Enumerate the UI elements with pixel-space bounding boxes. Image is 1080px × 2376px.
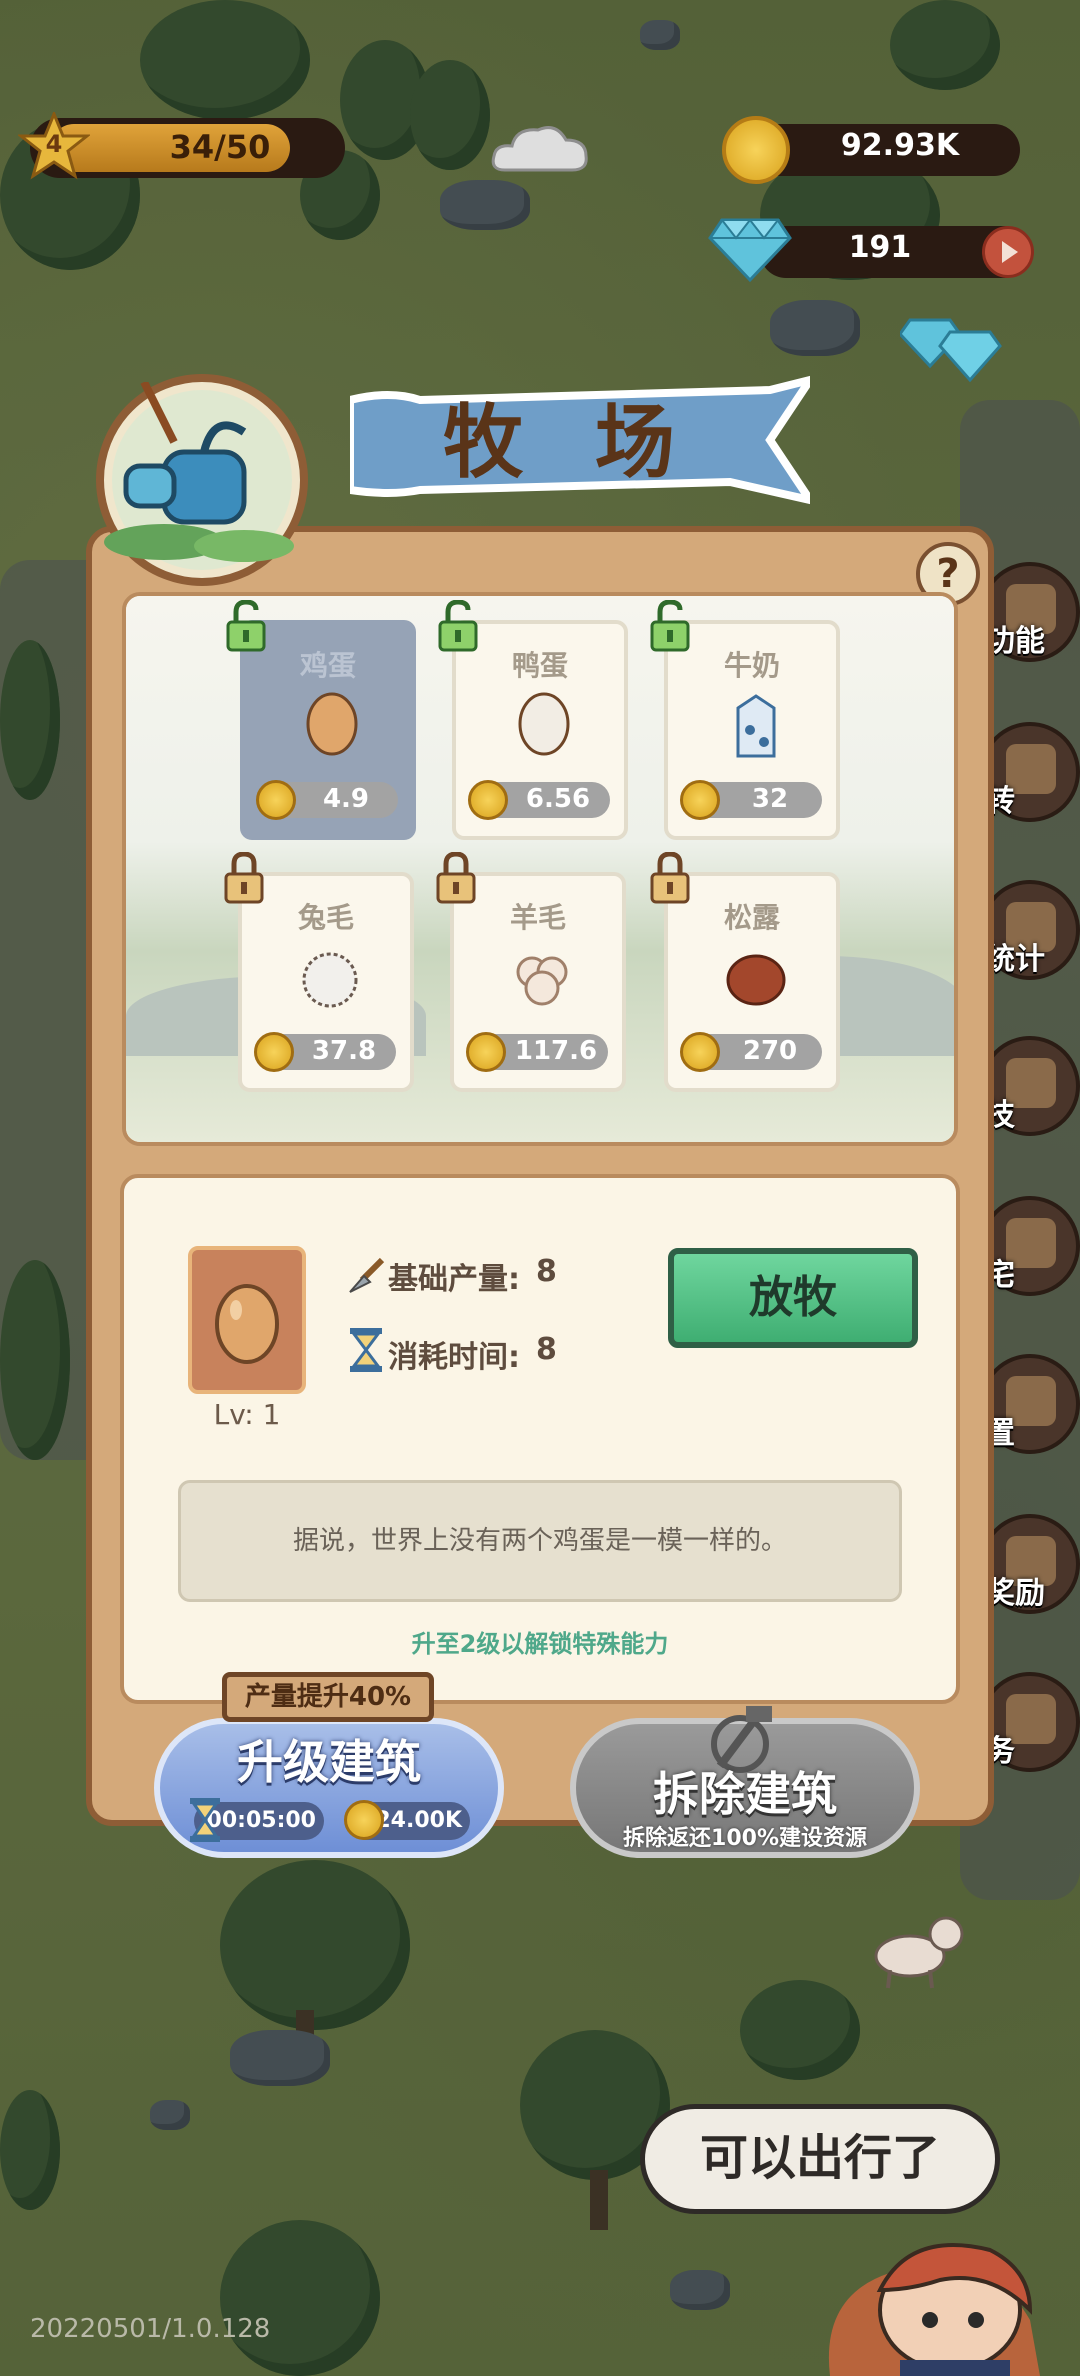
rabbit-fur-icon — [302, 952, 358, 1008]
product-price-value: 37.8 — [311, 1036, 377, 1066]
coin-icon — [254, 1032, 294, 1072]
cloud-icon[interactable] — [490, 120, 590, 176]
side-menu-label: 宅 — [985, 1258, 1015, 1293]
time-value: 8 — [536, 1332, 557, 1367]
base-output-value: 8 — [536, 1254, 557, 1289]
product-name: 兔毛 — [297, 901, 354, 934]
product-card[interactable]: 鸭蛋 6.56 — [452, 620, 628, 840]
milk-icon — [736, 694, 776, 758]
truffle-icon — [726, 954, 786, 1006]
unlocked-padlock-icon — [648, 599, 692, 652]
product-card[interactable]: 牛奶 32 — [664, 620, 840, 840]
watering-can-icon — [104, 380, 294, 570]
locked-padlock-icon — [434, 851, 478, 904]
side-menu-label: 统计 — [985, 942, 1045, 977]
demolish-refund-note: 拆除返还100%建设资源 — [623, 1826, 867, 1851]
dog-icon[interactable] — [860, 1900, 970, 1990]
side-menu-label: 置 — [985, 1416, 1015, 1451]
duck-egg-icon — [518, 692, 570, 756]
play-icon — [1002, 241, 1018, 263]
upgrade-building-label: 升级建筑 — [237, 1735, 421, 1789]
base-output-label: 基础产量: — [388, 1262, 520, 1297]
character-avatar[interactable] — [790, 2200, 1080, 2376]
product-name: 羊毛 — [509, 901, 566, 934]
coin-icon — [344, 1800, 384, 1840]
side-menu-label: 务 — [985, 1734, 1015, 1769]
product-price: 117.6 — [466, 1032, 608, 1072]
hourglass-icon — [190, 1798, 220, 1842]
product-price-value: 270 — [742, 1036, 798, 1066]
product-description: 据说，世界上没有两个鸡蛋是一模一样的。 — [178, 1480, 902, 1602]
side-menu-label: 转 — [985, 784, 1015, 819]
product-price: 4.9 — [256, 780, 398, 820]
unlock-tip: 升至2级以解锁特殊能力 — [411, 1630, 669, 1658]
side-menu-label: 功能 — [985, 624, 1045, 659]
product-price-value: 32 — [751, 784, 789, 814]
unlocked-padlock-icon — [224, 599, 268, 652]
side-menu-label: 奖励 — [985, 1576, 1045, 1611]
panel-title: 牧 场 — [443, 396, 697, 489]
product-price: 37.8 — [254, 1032, 396, 1072]
selected-product-frame — [188, 1246, 306, 1394]
product-name: 鸡蛋 — [299, 649, 356, 682]
coin-icon — [466, 1032, 506, 1072]
player-level: 4 — [45, 130, 63, 158]
graze-button[interactable]: 放牧 — [668, 1248, 918, 1348]
locked-padlock-icon — [648, 851, 692, 904]
side-menu-label: 技 — [985, 1098, 1015, 1133]
product-card[interactable]: 松露 270 — [664, 872, 840, 1092]
speech-bubble[interactable]: 可以出行了 — [640, 2104, 1000, 2214]
diamond-pile-icon[interactable] — [900, 310, 1020, 390]
egg-icon — [215, 1284, 279, 1364]
exp-text: 34/50 — [169, 128, 271, 166]
coin-amount: 92.93K — [840, 128, 960, 163]
product-name: 牛奶 — [723, 649, 780, 682]
wool-icon — [516, 956, 568, 1006]
product-price: 32 — [680, 780, 822, 820]
product-level: Lv: 1 — [213, 1398, 281, 1431]
unlocked-padlock-icon — [436, 599, 480, 652]
coin-icon — [256, 780, 296, 820]
egg-icon — [306, 692, 358, 756]
shovel-icon — [349, 1257, 385, 1293]
coin-icon — [722, 116, 790, 184]
locked-padlock-icon — [222, 851, 266, 904]
product-price-value: 6.56 — [525, 784, 591, 814]
diamond-icon — [708, 218, 792, 283]
building-icon-frame — [96, 374, 308, 586]
coin-icon — [680, 780, 720, 820]
hourglass-icon — [350, 1328, 382, 1372]
product-price-value: 117.6 — [514, 1036, 598, 1066]
product-price: 270 — [680, 1032, 822, 1072]
product-name: 鸭蛋 — [511, 649, 568, 682]
time-label: 消耗时间: — [388, 1340, 520, 1375]
demolish-building-label: 拆除建筑 — [653, 1767, 837, 1821]
product-card[interactable]: 鸡蛋 4.9 — [240, 620, 416, 840]
product-name: 松露 — [723, 901, 780, 934]
product-price-value: 4.9 — [322, 784, 370, 814]
coin-icon — [680, 1032, 720, 1072]
product-card[interactable]: 羊毛 117.6 — [450, 872, 626, 1092]
version-label: 20220501/1.0.128 — [30, 2314, 271, 2344]
gem-amount: 191 — [848, 230, 912, 265]
product-price: 6.56 — [468, 780, 610, 820]
output-boost-tag: 产量提升40% — [222, 1672, 434, 1722]
product-card[interactable]: 兔毛 37.8 — [238, 872, 414, 1092]
watch-ad-play-button[interactable] — [982, 226, 1034, 278]
coin-icon — [468, 780, 508, 820]
